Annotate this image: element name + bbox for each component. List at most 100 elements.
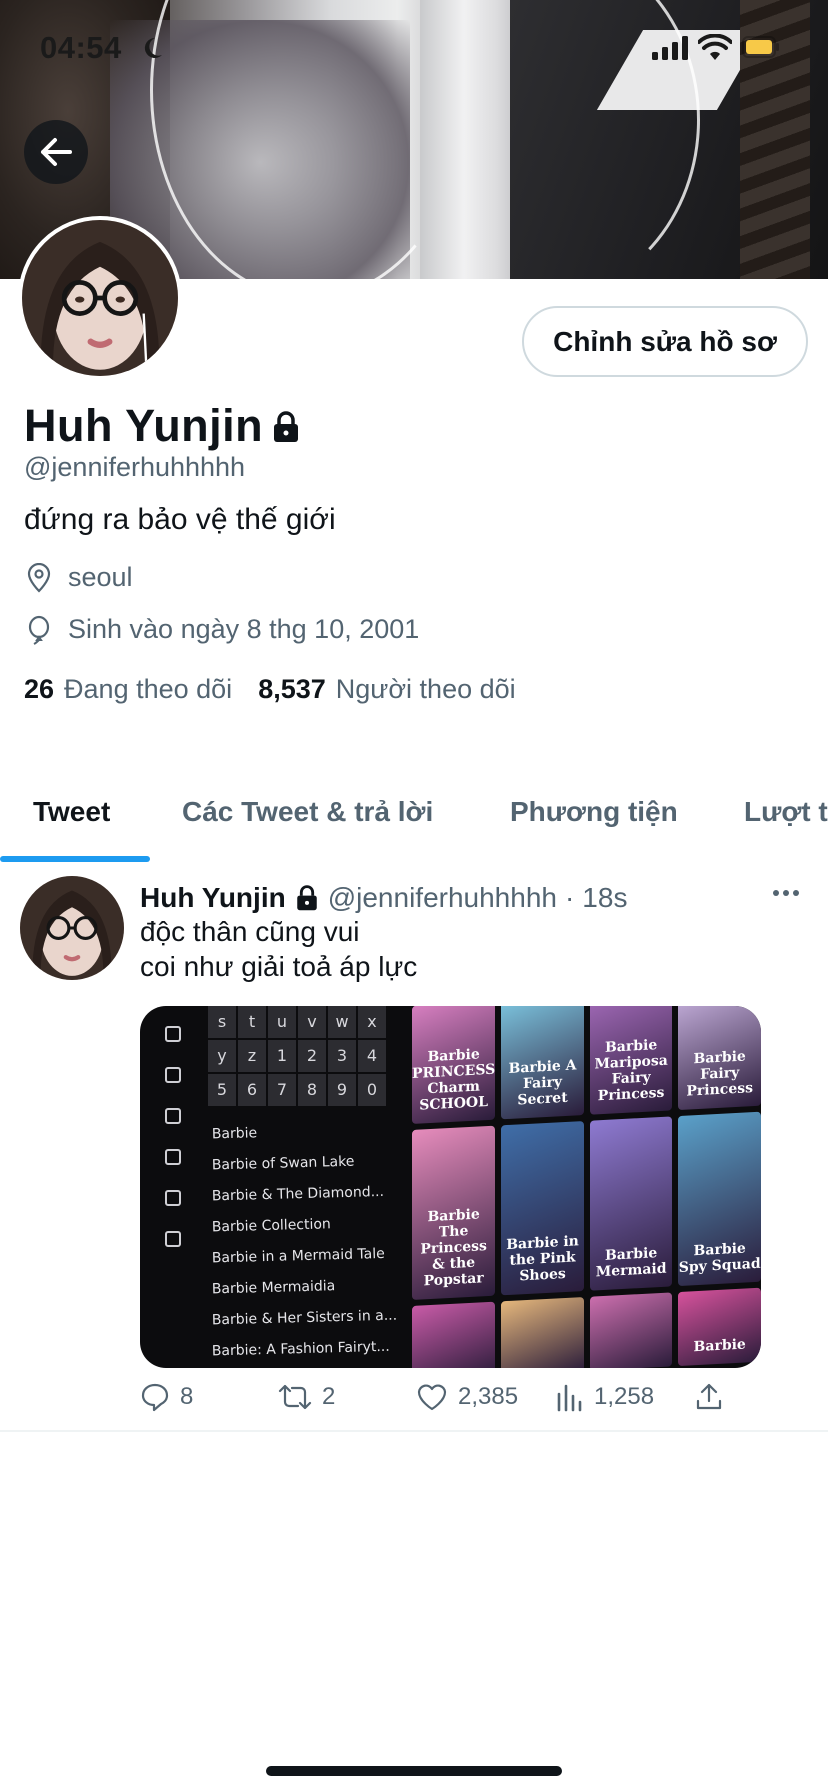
edit-profile-button[interactable]: Chỉnh sửa hồ sơ <box>522 306 808 377</box>
profile-tabs: Tweet Các Tweet & trả lời Phương tiện Lư… <box>0 766 828 862</box>
arrow-left-icon <box>41 138 72 166</box>
battery-icon <box>742 36 779 58</box>
like-button[interactable]: 2,385 <box>416 1382 518 1412</box>
like-count: 2,385 <box>458 1383 519 1410</box>
wifi-icon <box>698 34 732 60</box>
balloon-icon <box>28 615 50 645</box>
share-button[interactable] <box>694 1382 734 1412</box>
analytics-icon <box>557 1384 582 1412</box>
tab-likes[interactable]: Lượt t <box>744 796 828 828</box>
tweet-text-line: độc thân cũng vui <box>140 916 360 947</box>
status-time: 04:54 <box>40 30 122 65</box>
movie-poster: Barbie in the Pink Shoes <box>501 1120 584 1296</box>
profile-handle: @jenniferhuhhhhh <box>24 452 246 482</box>
location-text: seoul <box>68 562 133 592</box>
moon-icon <box>144 37 162 58</box>
followers-count: 8,537 <box>258 674 326 704</box>
keyboard-key: v <box>298 1006 326 1038</box>
search-result-item: Barbie Mermaidia <box>211 1278 336 1298</box>
heart-icon <box>417 1384 447 1411</box>
keyboard-key: 8 <box>298 1074 326 1106</box>
following-link[interactable]: 26 Đang theo dõi <box>24 674 232 705</box>
keyboard-key: z <box>238 1040 266 1072</box>
search-result-item: Barbie <box>211 1125 258 1143</box>
tweet-timestamp[interactable]: 18s <box>582 882 627 914</box>
tweet-media-image[interactable]: stuvwx yz1234 567890 Barbie Barbie of Swan … <box>140 1006 761 1368</box>
keyboard-key: u <box>268 1006 296 1038</box>
movie-poster: Barbie <box>678 1287 761 1367</box>
search-result-item: Barbie & The Diamond... <box>211 1183 385 1205</box>
tv-keyboard: stuvwx yz1234 567890 <box>208 1006 388 1106</box>
movie-poster: Barbie The Princess & the Popstar <box>412 1125 496 1300</box>
movie-poster <box>412 1301 496 1368</box>
following-count: 26 <box>24 674 55 704</box>
lock-icon <box>296 885 317 911</box>
search-result-item: Barbie: A Fashion Fairyt... <box>211 1338 390 1360</box>
keyboard-key: x <box>358 1006 386 1038</box>
tv-search-results: Barbie Barbie of Swan Lake Barbie & The Di… <box>211 1124 398 1368</box>
tweet-item[interactable]: Huh Yunjin @jenniferhuhhhhh · 18s độc th… <box>0 862 828 1432</box>
tweet-text: độc thân cũng vui coi như giải toả áp lự… <box>140 914 417 984</box>
search-result-item: Barbie in a Mermaid Tale <box>211 1245 385 1267</box>
keyboard-key: y <box>208 1040 236 1072</box>
view-count: 1,258 <box>594 1383 655 1410</box>
tweet-header: Huh Yunjin @jenniferhuhhhhh · 18s <box>140 882 627 914</box>
search-result-item: Barbie of Swan Lake <box>211 1153 355 1174</box>
keyboard-key: 1 <box>268 1040 296 1072</box>
following-label: Đang theo dõi <box>64 674 233 704</box>
more-options-icon[interactable] <box>772 888 800 898</box>
keyboard-key: s <box>208 1006 236 1038</box>
movie-poster <box>501 1296 584 1368</box>
profile-location: seoul <box>24 562 133 593</box>
keyboard-key: 7 <box>268 1074 296 1106</box>
lock-icon <box>274 411 298 442</box>
retweet-count: 2 <box>322 1383 336 1410</box>
profile-birthday: Sinh vào ngày 8 thg 10, 2001 <box>24 614 419 645</box>
tv-sidebar-icons <box>158 1026 188 1272</box>
keyboard-key: 0 <box>358 1074 386 1106</box>
tweet-author-handle[interactable]: @jenniferhuhhhhh <box>328 882 557 914</box>
movie-poster: Barbie A Fairy Secret <box>501 1006 584 1120</box>
views-button[interactable]: 1,258 <box>556 1382 654 1412</box>
tweet-actions: 8 2 2,385 1,258 <box>140 1382 760 1422</box>
tv-poster-grid: Barbie PRINCESS Charm SCHOOL Barbie A Fai… <box>412 1006 761 1368</box>
reply-button[interactable]: 8 <box>140 1382 193 1412</box>
share-icon <box>696 1383 722 1410</box>
keyboard-key: t <box>238 1006 266 1038</box>
movie-poster: Barbie Fairy Princess <box>678 1006 761 1111</box>
movie-poster <box>589 1292 673 1368</box>
keyboard-key: 3 <box>328 1040 356 1072</box>
location-pin-icon <box>27 562 51 593</box>
reply-icon <box>141 1383 169 1412</box>
birthday-text: Sinh vào ngày 8 thg 10, 2001 <box>68 614 420 644</box>
profile-avatar[interactable] <box>18 216 182 380</box>
keyboard-key: w <box>328 1006 356 1038</box>
keyboard-key: 2 <box>298 1040 326 1072</box>
search-result-item: Barbie Collection <box>211 1216 332 1236</box>
keyboard-key: 6 <box>238 1074 266 1106</box>
follow-stats: 26 Đang theo dõi 8,537 Người theo dõi <box>24 674 516 705</box>
keyboard-key: 9 <box>328 1074 356 1106</box>
movie-poster: Barbie Mermaid <box>589 1116 673 1291</box>
followers-label: Người theo dõi <box>335 674 516 704</box>
tweet-author-name[interactable]: Huh Yunjin <box>140 882 286 914</box>
followers-link[interactable]: 8,537 Người theo dõi <box>258 674 515 705</box>
retweet-icon <box>278 1384 312 1410</box>
back-button[interactable] <box>24 120 88 184</box>
home-indicator[interactable] <box>266 1766 562 1776</box>
profile-bio: đứng ra bảo vệ thế giới <box>24 503 336 536</box>
profile-name: Huh Yunjin <box>24 400 264 451</box>
tab-media[interactable]: Phương tiện <box>510 796 678 828</box>
reply-count: 8 <box>180 1383 194 1410</box>
tweet-avatar[interactable] <box>20 876 124 980</box>
tab-tweets-replies[interactable]: Các Tweet & trả lời <box>182 796 433 828</box>
movie-poster: Barbie Mariposa Fairy Princess <box>589 1006 673 1115</box>
signal-icon <box>652 36 688 60</box>
keyboard-key: 5 <box>208 1074 236 1106</box>
search-result-item: Barbie & Her Sisters in a... <box>211 1307 398 1329</box>
retweet-button[interactable]: 2 <box>278 1382 335 1412</box>
tab-tweets[interactable]: Tweet <box>33 796 110 828</box>
tweet-text-line: coi như giải toả áp lực <box>140 951 418 982</box>
movie-poster: Barbie PRINCESS Charm SCHOOL <box>412 1006 496 1124</box>
movie-poster: Barbie Spy Squad <box>678 1111 761 1287</box>
